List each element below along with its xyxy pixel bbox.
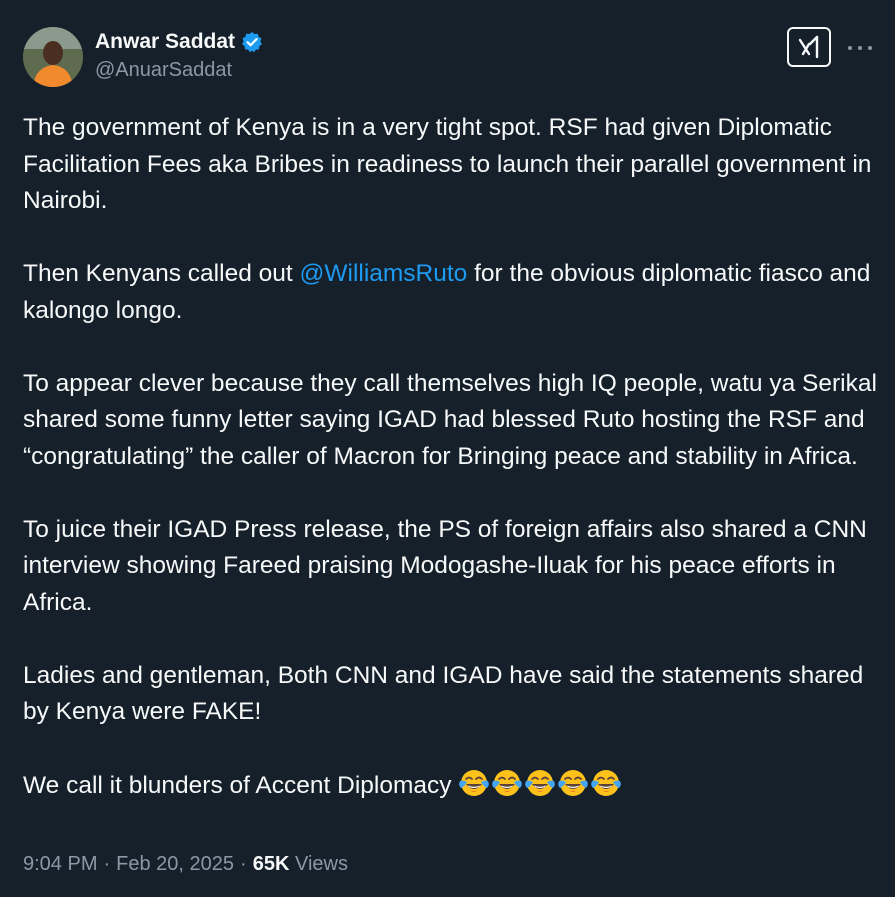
tweet-text-segment: Then Kenyans called out xyxy=(23,260,300,287)
tweet-paragraph-3: To appear clever because they call thems… xyxy=(23,369,877,470)
meta-separator: · xyxy=(240,853,247,875)
face-with-tears-of-joy-icon xyxy=(491,770,522,796)
tweet-paragraph-1: The government of Kenya is in a very tig… xyxy=(23,114,872,214)
tweet-meta: 9:04 PM · Feb 20, 2025 · 65K Views xyxy=(23,853,348,876)
tweet-paragraph-6: We call it blunders of Accent Diplomacy xyxy=(23,767,883,805)
face-with-tears-of-joy-icon xyxy=(458,770,489,796)
tweet-text: The government of Kenya is in a very tig… xyxy=(23,110,883,841)
tweet-paragraph-4: To juice their IGAD Press release, the P… xyxy=(23,515,867,616)
face-with-tears-of-joy-icon xyxy=(590,770,621,796)
handle[interactable]: @AnuarSaddat xyxy=(95,59,263,82)
display-name[interactable]: Anwar Saddat xyxy=(95,30,235,54)
face-with-tears-of-joy-icon xyxy=(524,770,555,796)
verified-badge-icon xyxy=(241,31,263,53)
views-label: Views xyxy=(294,853,348,875)
grok-button[interactable] xyxy=(787,27,831,67)
grok-icon xyxy=(798,35,819,59)
tweet-paragraph-2: Then Kenyans called out @WilliamsRuto fo… xyxy=(23,256,883,329)
face-with-tears-of-joy-icon xyxy=(557,770,588,796)
tweet-text-segment: We call it blunders of Accent Diplomacy xyxy=(23,772,452,799)
author-info: Anwar Saddat @AnuarSaddat xyxy=(95,28,263,82)
tweet-paragraph-5: Ladies and gentleman, Both CNN and IGAD … xyxy=(23,661,864,726)
meta-separator: · xyxy=(103,853,111,875)
tweet-card: Anwar Saddat @AnuarSaddat The government… xyxy=(0,0,895,897)
tweet-time[interactable]: 9:04 PM xyxy=(23,853,97,876)
avatar[interactable] xyxy=(23,27,83,87)
views-count: 65K xyxy=(252,853,290,875)
more-icon[interactable] xyxy=(848,38,872,58)
mention-link[interactable]: @WilliamsRuto xyxy=(300,260,468,287)
emoji-group xyxy=(458,767,622,799)
tweet-date[interactable]: Feb 20, 2025 xyxy=(116,853,234,876)
